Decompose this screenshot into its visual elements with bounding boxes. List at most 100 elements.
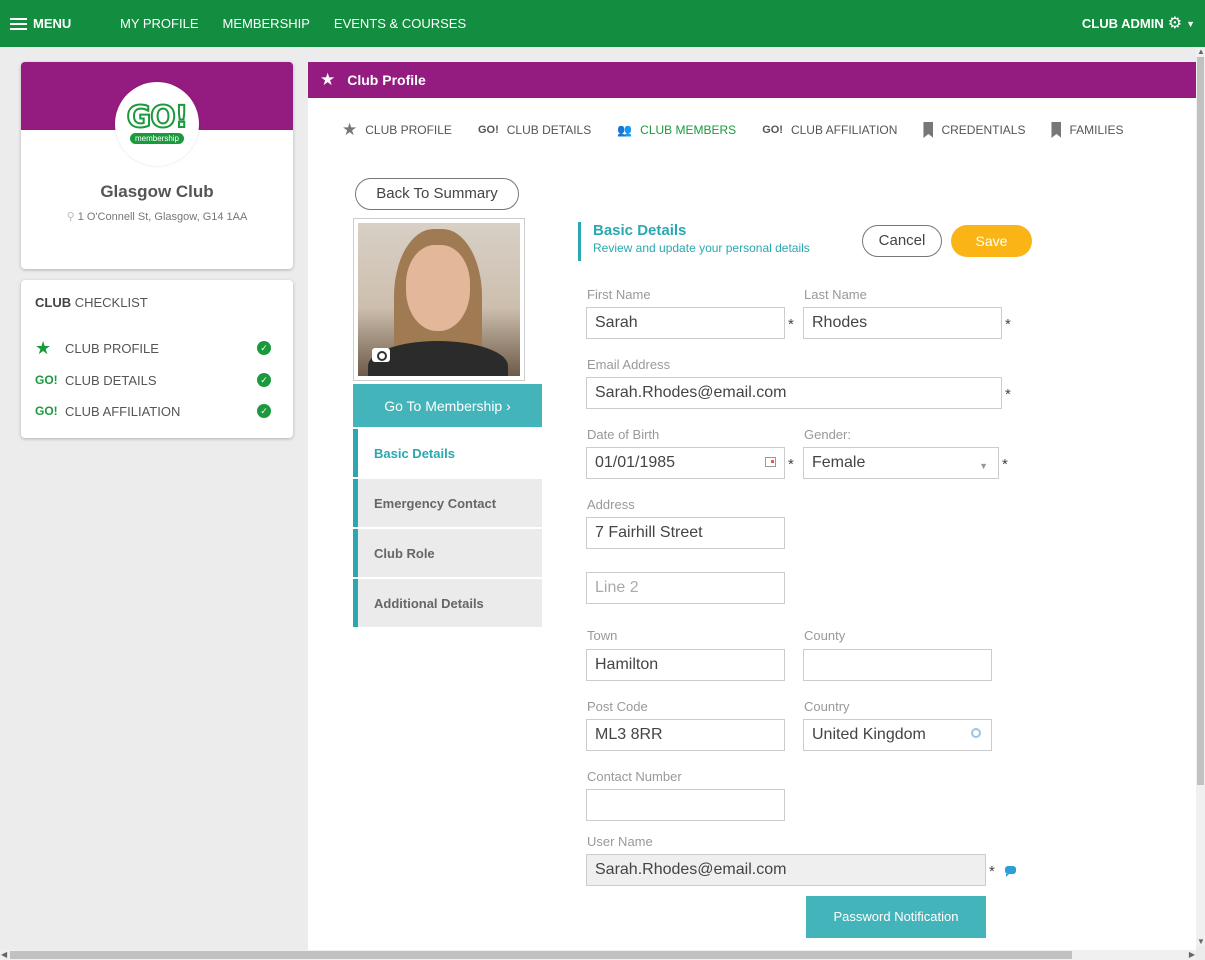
location-pin-icon: ⚲: [66, 211, 75, 223]
logo-text: GO!: [126, 100, 190, 135]
postcode-label: Post Code: [587, 699, 648, 714]
checklist-item-club-details[interactable]: GO! CLUB DETAILS ✓: [35, 370, 281, 390]
checklist-item-club-profile[interactable]: ★ CLUB PROFILE ✓: [35, 338, 281, 358]
speech-bubble-icon[interactable]: [1005, 866, 1016, 877]
profile-photo[interactable]: [353, 218, 525, 381]
country-value: United Kingdom: [812, 726, 926, 743]
go-to-membership-button[interactable]: Go To Membership ›: [353, 384, 542, 427]
menu-label: MENU: [33, 16, 72, 31]
search-icon[interactable]: [971, 728, 981, 738]
vertical-scrollbar[interactable]: ▲ ▼: [1196, 47, 1205, 946]
checklist-item-label: CLUB PROFILE: [65, 340, 159, 356]
members-icon: 👥: [617, 123, 633, 137]
gear-icon: ⚙: [1167, 15, 1183, 32]
gender-select[interactable]: Female ▼: [803, 447, 999, 479]
nav-events-courses[interactable]: EVENTS & COURSES: [334, 16, 466, 31]
county-field[interactable]: [803, 649, 992, 681]
first-name-field[interactable]: Sarah: [586, 307, 785, 339]
go-icon: GO!: [762, 124, 783, 136]
go-icon: GO!: [35, 373, 58, 387]
cancel-button[interactable]: Cancel: [862, 225, 942, 257]
menu-button[interactable]: MENU: [0, 15, 120, 33]
dob-field[interactable]: 01/01/1985: [586, 447, 785, 479]
back-to-summary-button[interactable]: Back To Summary: [355, 178, 519, 210]
country-label: Country: [804, 699, 850, 714]
side-nav-club-role[interactable]: Club Role: [353, 529, 542, 577]
last-name-field[interactable]: Rhodes: [803, 307, 1002, 339]
county-label: County: [804, 628, 846, 643]
tab-families[interactable]: FAMILIES: [1051, 122, 1124, 138]
checklist-title-bold: CLUB: [35, 295, 72, 310]
scroll-down-icon[interactable]: ▼: [1197, 937, 1205, 946]
club-address: ⚲ 1 O'Connell St, Glasgow, G14 1AA: [21, 210, 293, 223]
scroll-left-icon[interactable]: ◀: [1, 950, 7, 959]
horizontal-scrollbar[interactable]: ◀ ▶: [0, 950, 1196, 960]
check-circle-icon: ✓: [257, 404, 271, 418]
required-marker: *: [1005, 386, 1011, 403]
tab-club-details[interactable]: GO! CLUB DETAILS: [478, 123, 591, 137]
checklist-item-club-affiliation[interactable]: GO! CLUB AFFILIATION ✓: [35, 401, 281, 421]
profile-tabs: ★ CLUB PROFILE GO! CLUB DETAILS 👥 CLUB M…: [342, 120, 1150, 140]
club-name: Glasgow Club: [100, 182, 214, 201]
email-label: Email Address: [587, 357, 671, 372]
club-checklist: CLUB CHECKLIST ★ CLUB PROFILE ✓ GO! CLUB…: [21, 280, 293, 438]
top-navigation-bar: MENU MY PROFILE MEMBERSHIP EVENTS & COUR…: [0, 0, 1205, 47]
town-label: Town: [587, 628, 618, 643]
tab-club-profile[interactable]: ★ CLUB PROFILE: [342, 120, 452, 140]
panel-title: Club Profile: [347, 72, 426, 88]
gender-value: Female: [812, 454, 866, 471]
member-side-nav: Go To Membership › Basic Details Emergen…: [353, 384, 542, 627]
address-line1-field[interactable]: 7 Fairhill Street: [586, 517, 785, 549]
section-title: Basic Details: [593, 222, 687, 239]
country-field[interactable]: United Kingdom: [803, 719, 992, 751]
email-field[interactable]: Sarah.Rhodes@email.com: [586, 377, 1002, 409]
profile-photo-image: [358, 223, 520, 376]
dob-label: Date of Birth: [587, 427, 660, 442]
tab-label: CLUB AFFILIATION: [790, 123, 898, 137]
club-card: GO! membership Glasgow Club ⚲ 1 O'Connell…: [21, 62, 293, 269]
tab-credentials[interactable]: CREDENTIALS: [923, 122, 1025, 138]
contact-number-label: Contact Number: [587, 769, 682, 784]
username-field[interactable]: Sarah.Rhodes@email.com: [586, 854, 986, 886]
club-profile-panel: ★ Club Profile ★ CLUB PROFILE GO! CLUB D…: [308, 62, 1196, 960]
tab-club-members[interactable]: 👥 CLUB MEMBERS: [617, 123, 736, 137]
tab-label: CREDENTIALS: [941, 123, 1026, 137]
postcode-field[interactable]: ML3 8RR: [586, 719, 785, 751]
chevron-down-icon: ▼: [979, 461, 988, 471]
section-subtitle: Review and update your personal details: [593, 241, 810, 255]
save-button[interactable]: Save: [951, 225, 1032, 257]
address-line2-field[interactable]: Line 2: [586, 572, 785, 604]
side-nav-emergency-contact[interactable]: Emergency Contact: [353, 479, 542, 527]
club-address-text: 1 O'Connell St, Glasgow, G14 1AA: [77, 211, 248, 223]
checklist-title: CLUB CHECKLIST: [35, 295, 148, 310]
password-notification-button[interactable]: Password Notification: [806, 896, 986, 938]
nav-my-profile[interactable]: MY PROFILE: [120, 16, 199, 31]
contact-number-field[interactable]: [586, 789, 785, 821]
tab-label: FAMILIES: [1069, 123, 1124, 137]
horizontal-scroll-thumb[interactable]: [10, 951, 1072, 959]
calendar-icon[interactable]: [765, 457, 776, 467]
tab-label: CLUB PROFILE: [365, 123, 452, 137]
vertical-scroll-thumb[interactable]: [1197, 57, 1204, 785]
basic-details-header: Basic Details Review and update your per…: [578, 222, 810, 261]
scroll-up-icon[interactable]: ▲: [1197, 47, 1205, 56]
go-membership-logo: GO! membership: [115, 82, 199, 166]
side-nav-basic-details[interactable]: Basic Details: [353, 429, 542, 477]
go-icon: GO!: [35, 404, 58, 418]
tab-club-affiliation[interactable]: GO! CLUB AFFILIATION: [762, 123, 897, 137]
bookmark-icon: [1051, 122, 1062, 138]
first-name-label: First Name: [587, 287, 651, 302]
required-marker: *: [1005, 316, 1011, 333]
town-field[interactable]: Hamilton: [586, 649, 785, 681]
camera-icon[interactable]: [372, 348, 390, 362]
scroll-right-icon[interactable]: ▶: [1189, 950, 1195, 959]
top-nav: MY PROFILE MEMBERSHIP EVENTS & COURSES: [120, 16, 490, 31]
username-label: User Name: [587, 834, 653, 849]
side-nav-additional-details[interactable]: Additional Details: [353, 579, 542, 627]
star-icon: ★: [342, 120, 358, 139]
checklist-item-label: CLUB AFFILIATION: [65, 403, 181, 419]
club-admin-menu[interactable]: CLUB ADMIN ⚙ ▼: [1082, 15, 1195, 32]
nav-membership[interactable]: MEMBERSHIP: [223, 16, 310, 31]
logo-subtext: membership: [129, 133, 184, 144]
star-icon: ★: [320, 70, 336, 89]
